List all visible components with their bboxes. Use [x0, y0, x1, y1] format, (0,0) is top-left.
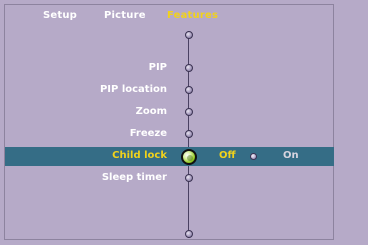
menu-node-icon	[185, 230, 193, 238]
menu-node-icon	[185, 31, 193, 39]
tab-picture[interactable]: Picture	[104, 10, 146, 21]
menu-node-icon[interactable]	[185, 108, 193, 116]
menu-item-freeze[interactable]: Freeze	[130, 128, 167, 139]
child-lock-option-on[interactable]: On	[283, 150, 299, 161]
tab-setup[interactable]: Setup	[43, 10, 77, 21]
child-lock-option-off[interactable]: Off	[219, 150, 236, 161]
osd-frame	[4, 4, 334, 240]
option-knob-icon[interactable]	[250, 153, 257, 160]
menu-node-icon[interactable]	[185, 130, 193, 138]
menu-item-sleep-timer[interactable]: Sleep timer	[102, 172, 167, 183]
menu-item-child-lock[interactable]: Child lock	[112, 150, 167, 161]
menu-node-icon[interactable]	[185, 174, 193, 182]
menu-item-pip-location[interactable]: PIP location	[100, 84, 167, 95]
menu-item-zoom[interactable]: Zoom	[136, 106, 167, 117]
menu-node-icon[interactable]	[185, 86, 193, 94]
menu-item-pip[interactable]: PIP	[149, 62, 167, 73]
tv-osd-features-menu: Setup Picture Features PIP PIP location …	[0, 0, 368, 245]
menu-node-icon[interactable]	[185, 64, 193, 72]
tab-features[interactable]: Features	[167, 10, 218, 21]
selected-node-icon[interactable]	[181, 149, 197, 165]
